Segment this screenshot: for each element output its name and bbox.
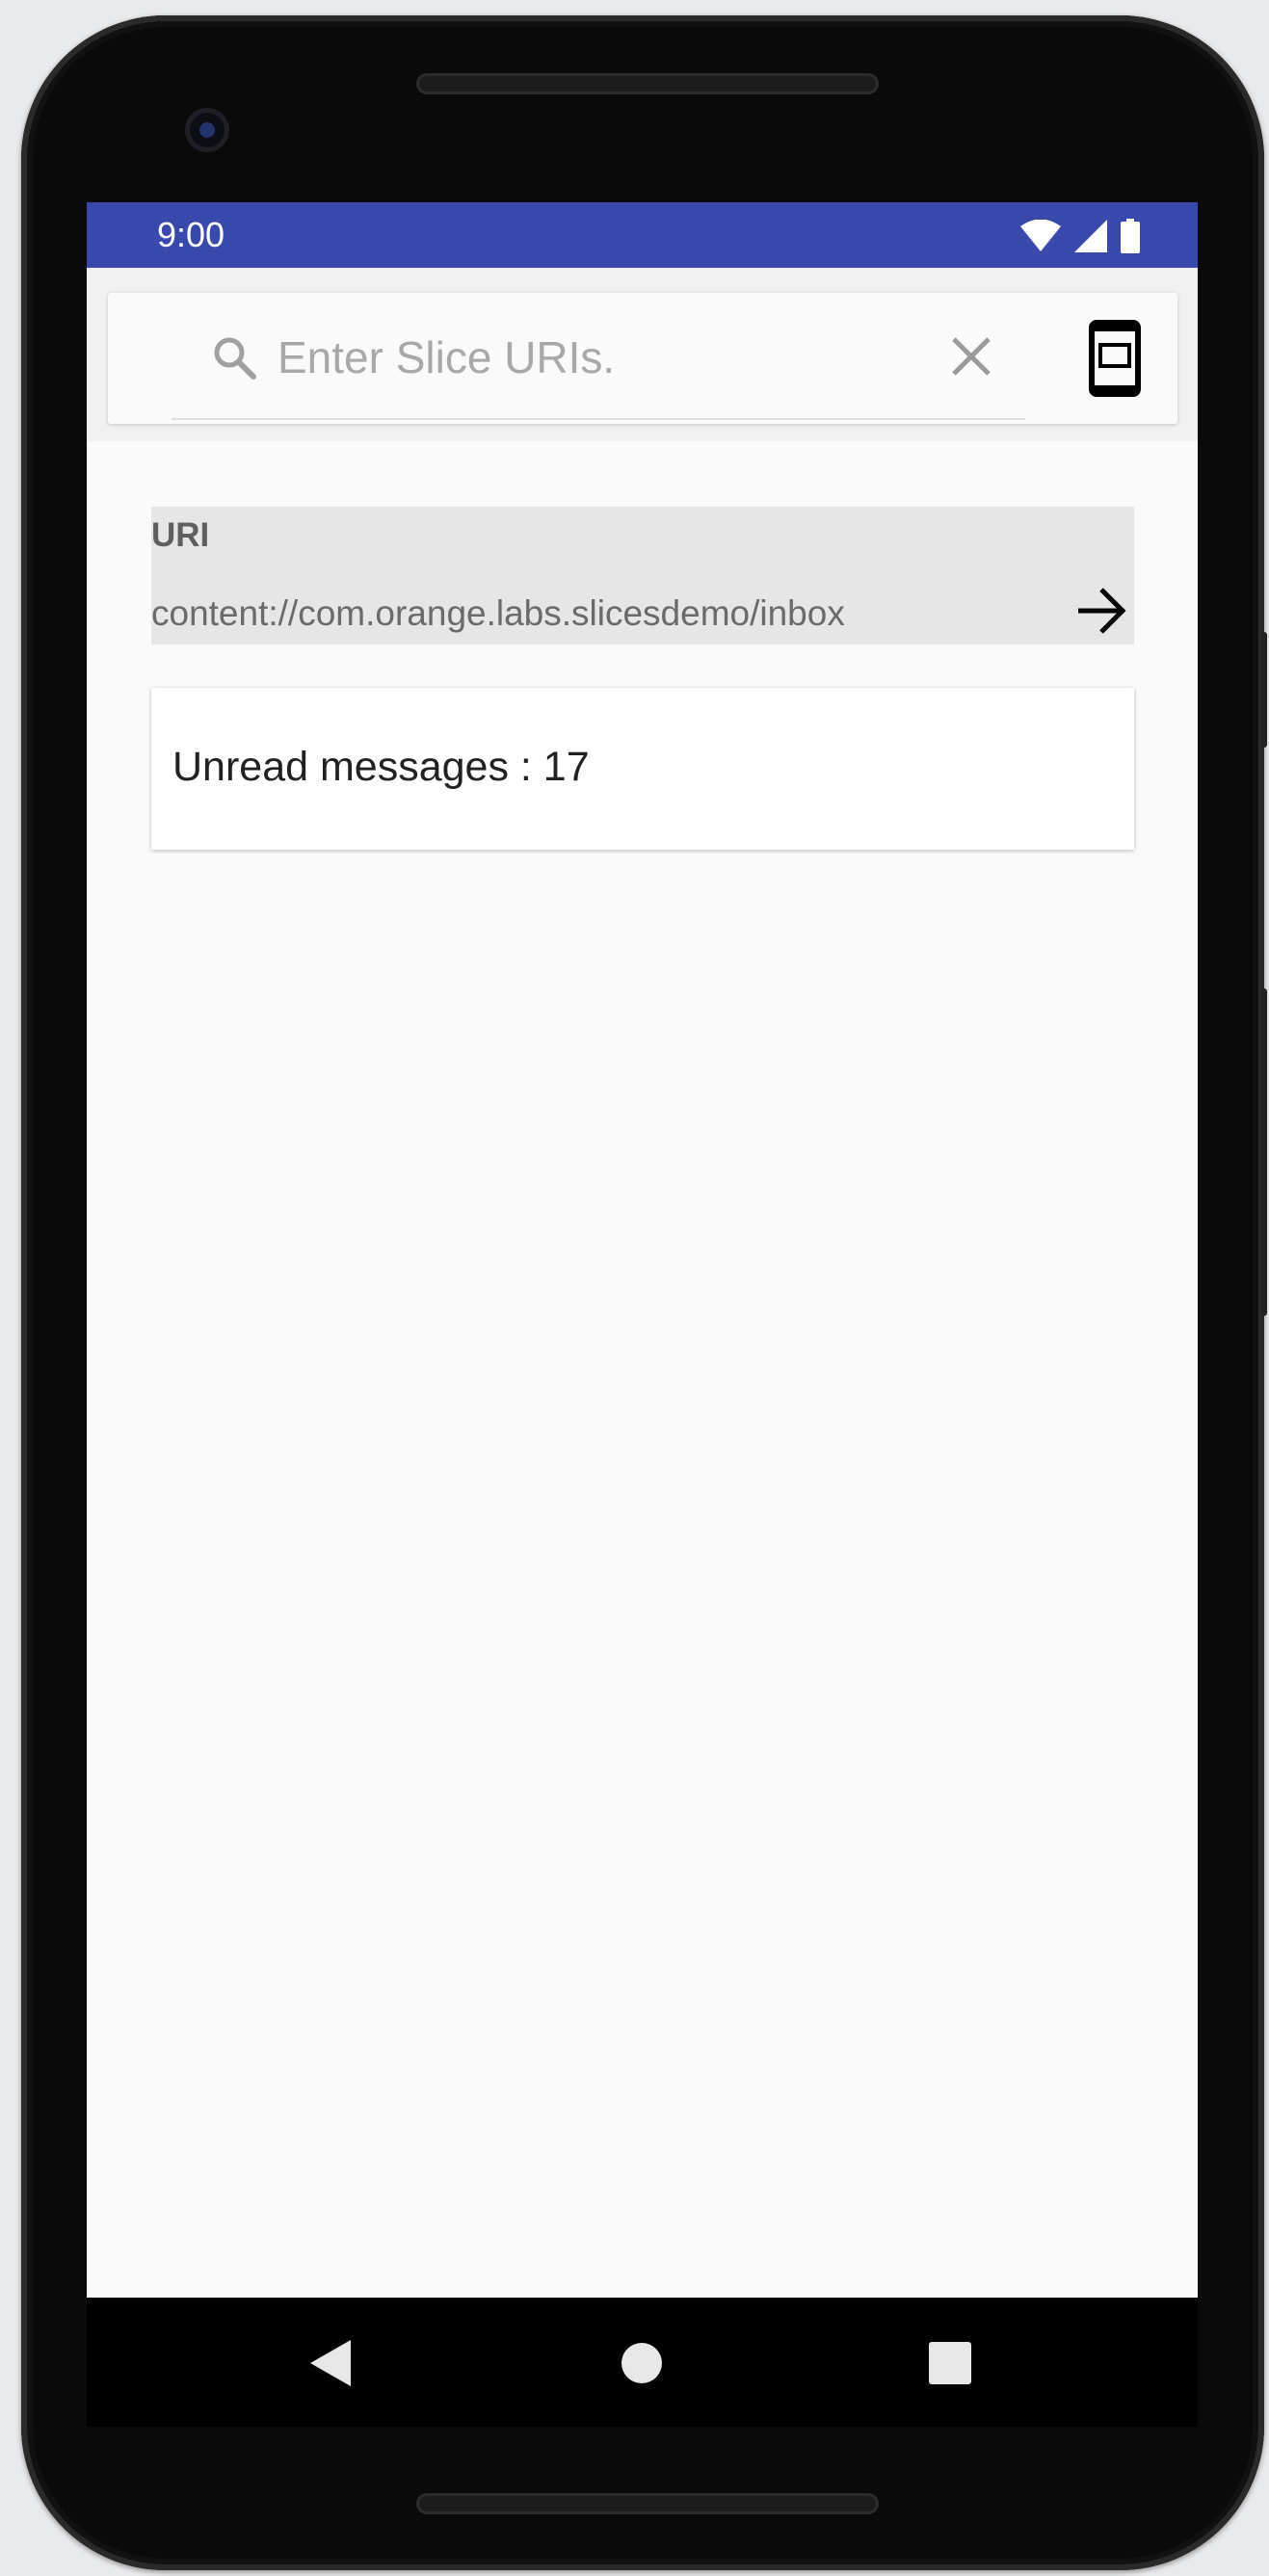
uri-value[interactable]: content://com.orange.labs.slicesdemo/inb… xyxy=(151,593,845,634)
home-icon[interactable] xyxy=(615,2336,669,2390)
clear-icon[interactable] xyxy=(946,331,996,381)
app-screen: 9:00 Enter Slice URIs. URI content://com… xyxy=(87,202,1198,2298)
cellular-signal-icon xyxy=(1074,220,1107,252)
display-mode-icon[interactable] xyxy=(1087,318,1143,399)
search-underline xyxy=(172,418,1025,420)
earpiece-speaker xyxy=(416,73,879,94)
recents-icon[interactable] xyxy=(923,2336,977,2390)
bottom-speaker xyxy=(416,2493,879,2514)
volume-button xyxy=(1261,988,1267,1316)
status-icons xyxy=(1020,219,1140,253)
wifi-icon xyxy=(1020,220,1061,251)
arrow-forward-icon[interactable] xyxy=(1074,584,1128,638)
front-camera xyxy=(185,108,229,152)
status-time: 9:00 xyxy=(157,215,225,254)
uri-panel: URI content://com.orange.labs.slicesdemo… xyxy=(151,507,1134,644)
slice-text: Unread messages : 17 xyxy=(172,744,590,790)
status-bar: 9:00 xyxy=(87,202,1198,268)
battery-icon xyxy=(1121,219,1140,253)
back-icon[interactable] xyxy=(304,2336,358,2390)
power-button xyxy=(1261,632,1267,748)
slice-card[interactable]: Unread messages : 17 xyxy=(151,688,1134,850)
navigation-bar xyxy=(87,2298,1198,2427)
search-toolbar xyxy=(87,268,1198,441)
search-input[interactable] xyxy=(278,326,856,389)
search-icon xyxy=(214,337,256,380)
uri-label: URI xyxy=(151,516,210,554)
search-bar xyxy=(108,293,1177,424)
